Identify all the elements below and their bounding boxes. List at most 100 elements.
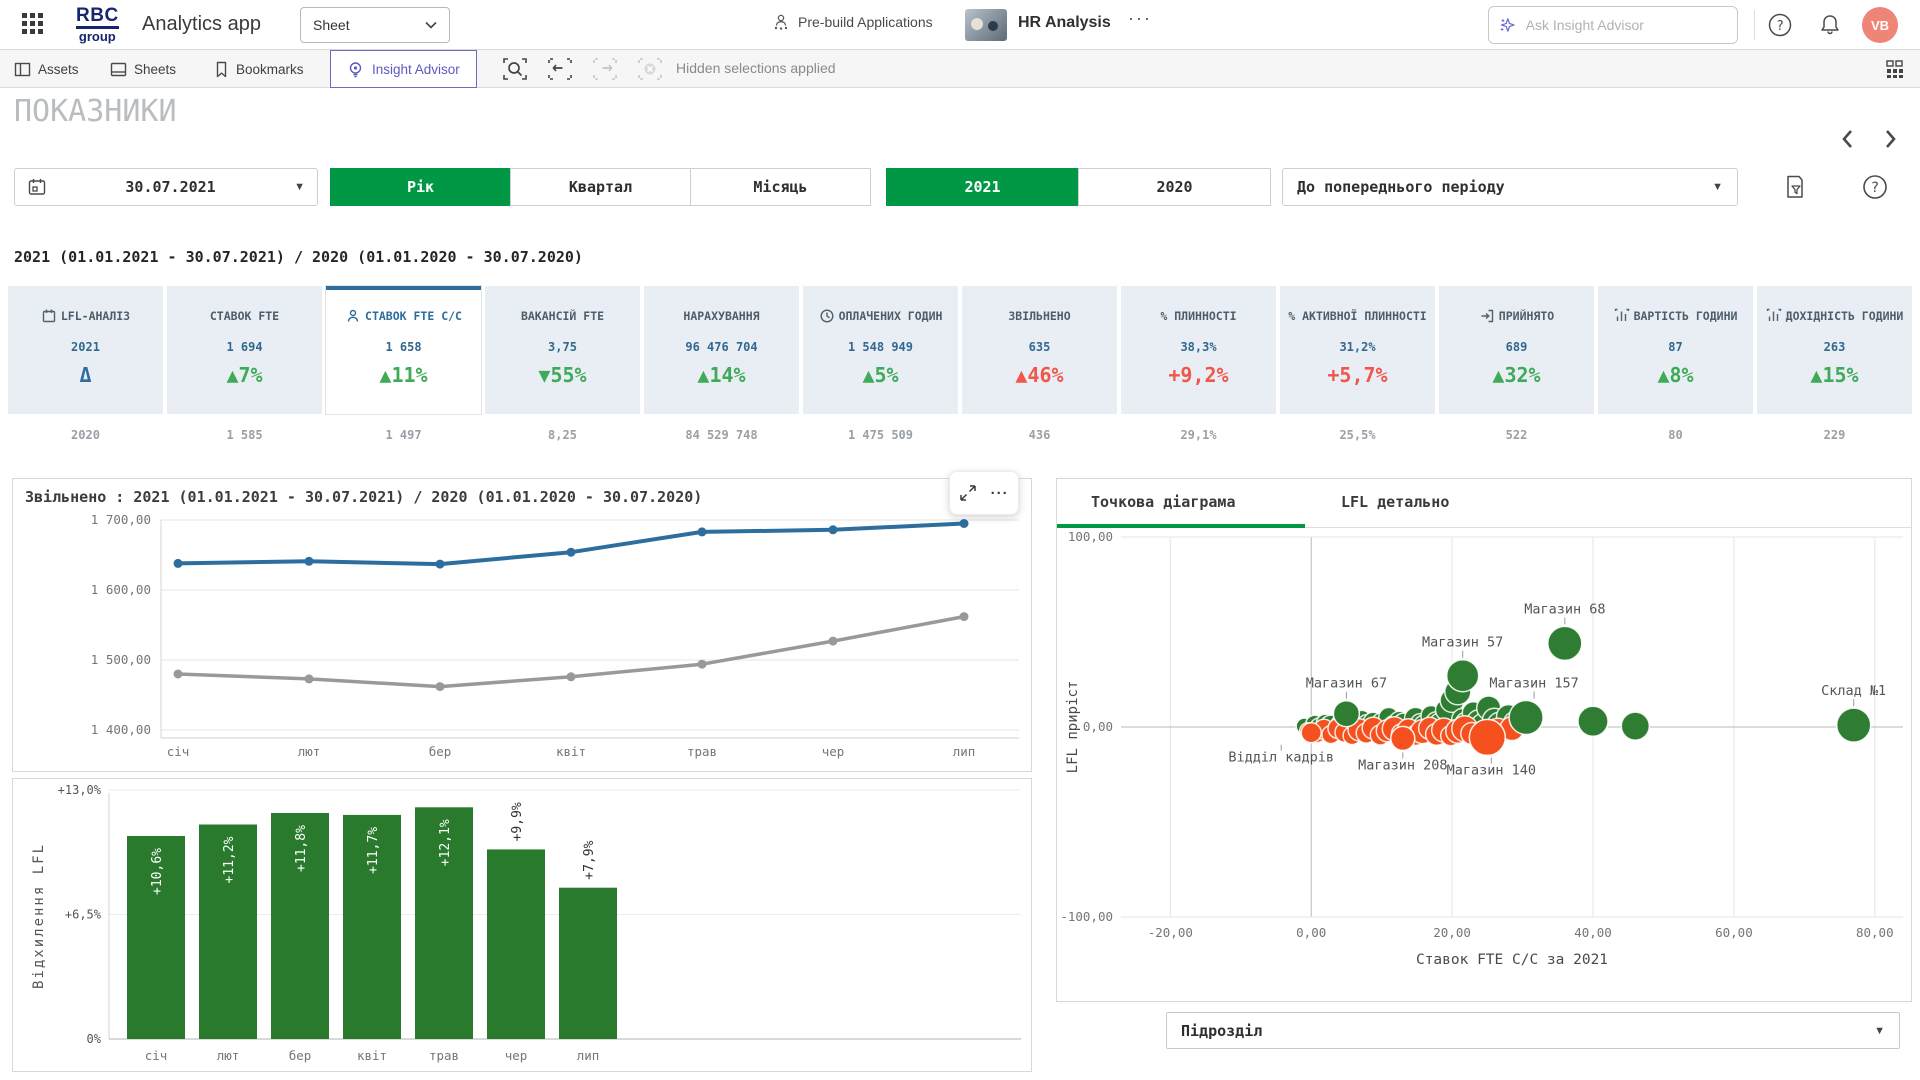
svg-text:?: ?: [1871, 180, 1879, 196]
tab-bookmarks-label: Bookmarks: [236, 61, 304, 77]
sheet-help-icon[interactable]: ?: [1858, 168, 1892, 206]
svg-text:Магазин 68: Магазин 68: [1524, 601, 1605, 617]
app-launcher-icon[interactable]: [22, 13, 46, 37]
kpi-column-8: % АКТИВНОЇ ПЛИННОСТІ 31,2% +5,7% 25,5%: [1280, 286, 1435, 456]
kpi-card-0[interactable]: LFL-АНАЛІЗ 2021 Δ: [8, 286, 163, 414]
tab-scatter-diagram[interactable]: Точкова діаграма: [1057, 479, 1305, 528]
period-button-1[interactable]: Квартал: [510, 168, 691, 206]
department-dropdown-label: Підрозділ: [1181, 1021, 1263, 1040]
kpi-label: ОПЛАЧЕНИХ ГОДИН: [819, 298, 942, 334]
user-avatar[interactable]: VB: [1862, 7, 1898, 43]
line-chart[interactable]: 1 700,00 1 600,00 1 500,00 1 400,00 січ лют бе…: [13, 506, 1031, 762]
year-button-1[interactable]: 2020: [1078, 168, 1271, 206]
clear-selections-icon[interactable]: [637, 56, 663, 82]
kpi-card-9[interactable]: ПРИЙНЯТО 689 ▲32%: [1439, 286, 1594, 414]
kpi-delta: ▲7%: [226, 363, 263, 387]
kpi-card-1[interactable]: СТАВОК FTE 1 694 ▲7%: [167, 286, 322, 414]
svg-text:40,00: 40,00: [1574, 925, 1612, 940]
kpi-card-3[interactable]: ВАКАНСІЙ FTE 3,75 ▼55%: [485, 286, 640, 414]
kpi-column-7: % ПЛИННОСТІ 38,3% +9,2% 29,1%: [1121, 286, 1276, 456]
insight-advisor-button[interactable]: Insight Advisor: [330, 50, 477, 88]
selections-search-icon[interactable]: [502, 56, 528, 82]
help-icon[interactable]: ?: [1766, 11, 1794, 44]
svg-text:квіт: квіт: [357, 1048, 387, 1063]
prebuild-label: Pre-build Applications: [798, 14, 933, 30]
kpi-previous-value: 25,5%: [1339, 428, 1376, 442]
kpi-card-10[interactable]: ВАРТІСТЬ ГОДИНИ 87 ▲8%: [1598, 286, 1753, 414]
svg-text:чер: чер: [505, 1048, 528, 1063]
kpi-card-2[interactable]: СТАВОК FTE С/С 1 658 ▲11%: [326, 286, 481, 414]
scatter-panel: Точкова діаграма LFL детально -20,00 0,00…: [1056, 478, 1912, 1002]
app-name[interactable]: HR Analysis: [1018, 14, 1111, 32]
kpi-value: 263: [1823, 340, 1846, 354]
period-button-2[interactable]: Місяць: [690, 168, 871, 206]
svg-text:+13,0%: +13,0%: [58, 783, 102, 797]
bars-icon: [1614, 308, 1629, 321]
rbc-group-logo[interactable]: RBC group: [76, 6, 119, 43]
kpi-card-5[interactable]: ОПЛАЧЕНИХ ГОДИН 1 548 949 ▲5%: [803, 286, 958, 414]
prev-sheet-icon[interactable]: [1840, 128, 1856, 150]
compare-period-dropdown[interactable]: До попереднього періоду ▼: [1282, 168, 1738, 206]
chart-menu-icon[interactable]: ···: [987, 480, 1013, 506]
svg-text:?: ?: [1776, 19, 1784, 34]
scatter-chart[interactable]: -20,00 0,00 20,00 40,00 60,00 80,00 100,00 0,00…: [1057, 528, 1911, 1001]
svg-text:60,00: 60,00: [1715, 925, 1753, 940]
kpi-previous-value: 522: [1505, 428, 1528, 442]
notifications-icon[interactable]: [1816, 11, 1844, 44]
insight-advisor-label: Insight Advisor: [372, 61, 460, 77]
undo-selection-icon[interactable]: [547, 56, 573, 82]
page-title: ПОКАЗНИКИ: [14, 94, 177, 129]
topbar: RBC group Analytics app Sheet Pre-build …: [0, 0, 1920, 50]
app-more-menu[interactable]: ···: [1128, 8, 1152, 29]
app-title: Analytics app: [142, 13, 261, 35]
divider: [1754, 10, 1755, 40]
enter-icon: [1481, 309, 1493, 323]
sparkle-icon: [1500, 18, 1515, 32]
year-button-group: 2021 2020: [886, 168, 1271, 206]
kpi-card-8[interactable]: % АКТИВНОЇ ПЛИННОСТІ 31,2% +5,7%: [1280, 286, 1435, 414]
svg-text:0%: 0%: [87, 1032, 102, 1046]
lfl-deviation-bar-chart-card[interactable]: +13,0% +6,5% 0% Відхилення LFL +10,6% січ +11,…: [12, 778, 1032, 1072]
prebuild-applications-button[interactable]: Pre-build Applications: [772, 13, 933, 31]
sheet-navigation: [1840, 128, 1898, 150]
kpi-label: СТАВОК FTE: [209, 308, 280, 323]
redo-selection-icon[interactable]: [592, 56, 618, 82]
svg-text:+6,5%: +6,5%: [65, 908, 102, 922]
svg-text:бер: бер: [429, 744, 452, 759]
kpi-card-7[interactable]: % ПЛИННОСТІ 38,3% +9,2%: [1121, 286, 1276, 414]
sheet-selector[interactable]: Sheet: [300, 7, 450, 43]
filter-document-icon[interactable]: [1778, 168, 1812, 206]
kpi-delta: ▲11%: [379, 363, 428, 387]
bar-chart[interactable]: +13,0% +6,5% 0% Відхилення LFL +10,6% січ +11,…: [13, 779, 1031, 1071]
svg-text:100,00: 100,00: [1068, 529, 1113, 544]
next-sheet-icon[interactable]: [1882, 128, 1898, 150]
app-thumbnail[interactable]: [965, 9, 1007, 41]
svg-text:лип: лип: [953, 744, 976, 759]
svg-text:1 600,00: 1 600,00: [91, 582, 151, 597]
kpi-card-11[interactable]: ДОХІДНІСТЬ ГОДИНИ 263 ▲15%: [1757, 286, 1912, 414]
kpi-previous-value: 1 475 509: [847, 428, 914, 442]
period-button-0[interactable]: Рік: [330, 168, 511, 206]
year-button-0[interactable]: 2021: [886, 168, 1079, 206]
expand-chart-icon[interactable]: [955, 480, 981, 506]
svg-text:Магазин 208: Магазин 208: [1358, 757, 1447, 773]
insight-advisor-search[interactable]: [1488, 6, 1738, 44]
department-dropdown[interactable]: Підрозділ ▼: [1166, 1012, 1900, 1049]
tab-assets[interactable]: Assets: [14, 50, 79, 88]
kpi-card-6[interactable]: ЗВІЛЬНЕНО 635 ▲46%: [962, 286, 1117, 414]
dismissed-line-chart-card[interactable]: ··· Звільнено : 2021 (01.01.2021 - 30.07…: [12, 471, 1032, 772]
tab-bookmarks[interactable]: Bookmarks: [214, 50, 304, 88]
date-value: 30.07.2021: [125, 178, 216, 196]
tab-lfl-detail[interactable]: LFL детально: [1305, 479, 1449, 528]
svg-text:чер: чер: [822, 744, 845, 759]
tab-lfl-detail-label: LFL детально: [1341, 493, 1450, 511]
kpi-value: 1 694: [226, 340, 263, 354]
date-picker[interactable]: 30.07.2021 ▼: [14, 168, 318, 206]
sheet-layout-icon[interactable]: [1884, 58, 1906, 80]
kpi-card-4[interactable]: НАРАХУВАННЯ 96 476 704 ▲14%: [644, 286, 799, 414]
assets-icon: [14, 62, 31, 76]
svg-text:+12,1%: +12,1%: [438, 819, 453, 866]
period-button-group: Рік Квартал Місяць: [330, 168, 871, 206]
search-input[interactable]: [1525, 17, 1727, 33]
tab-sheets[interactable]: Sheets: [110, 50, 176, 88]
